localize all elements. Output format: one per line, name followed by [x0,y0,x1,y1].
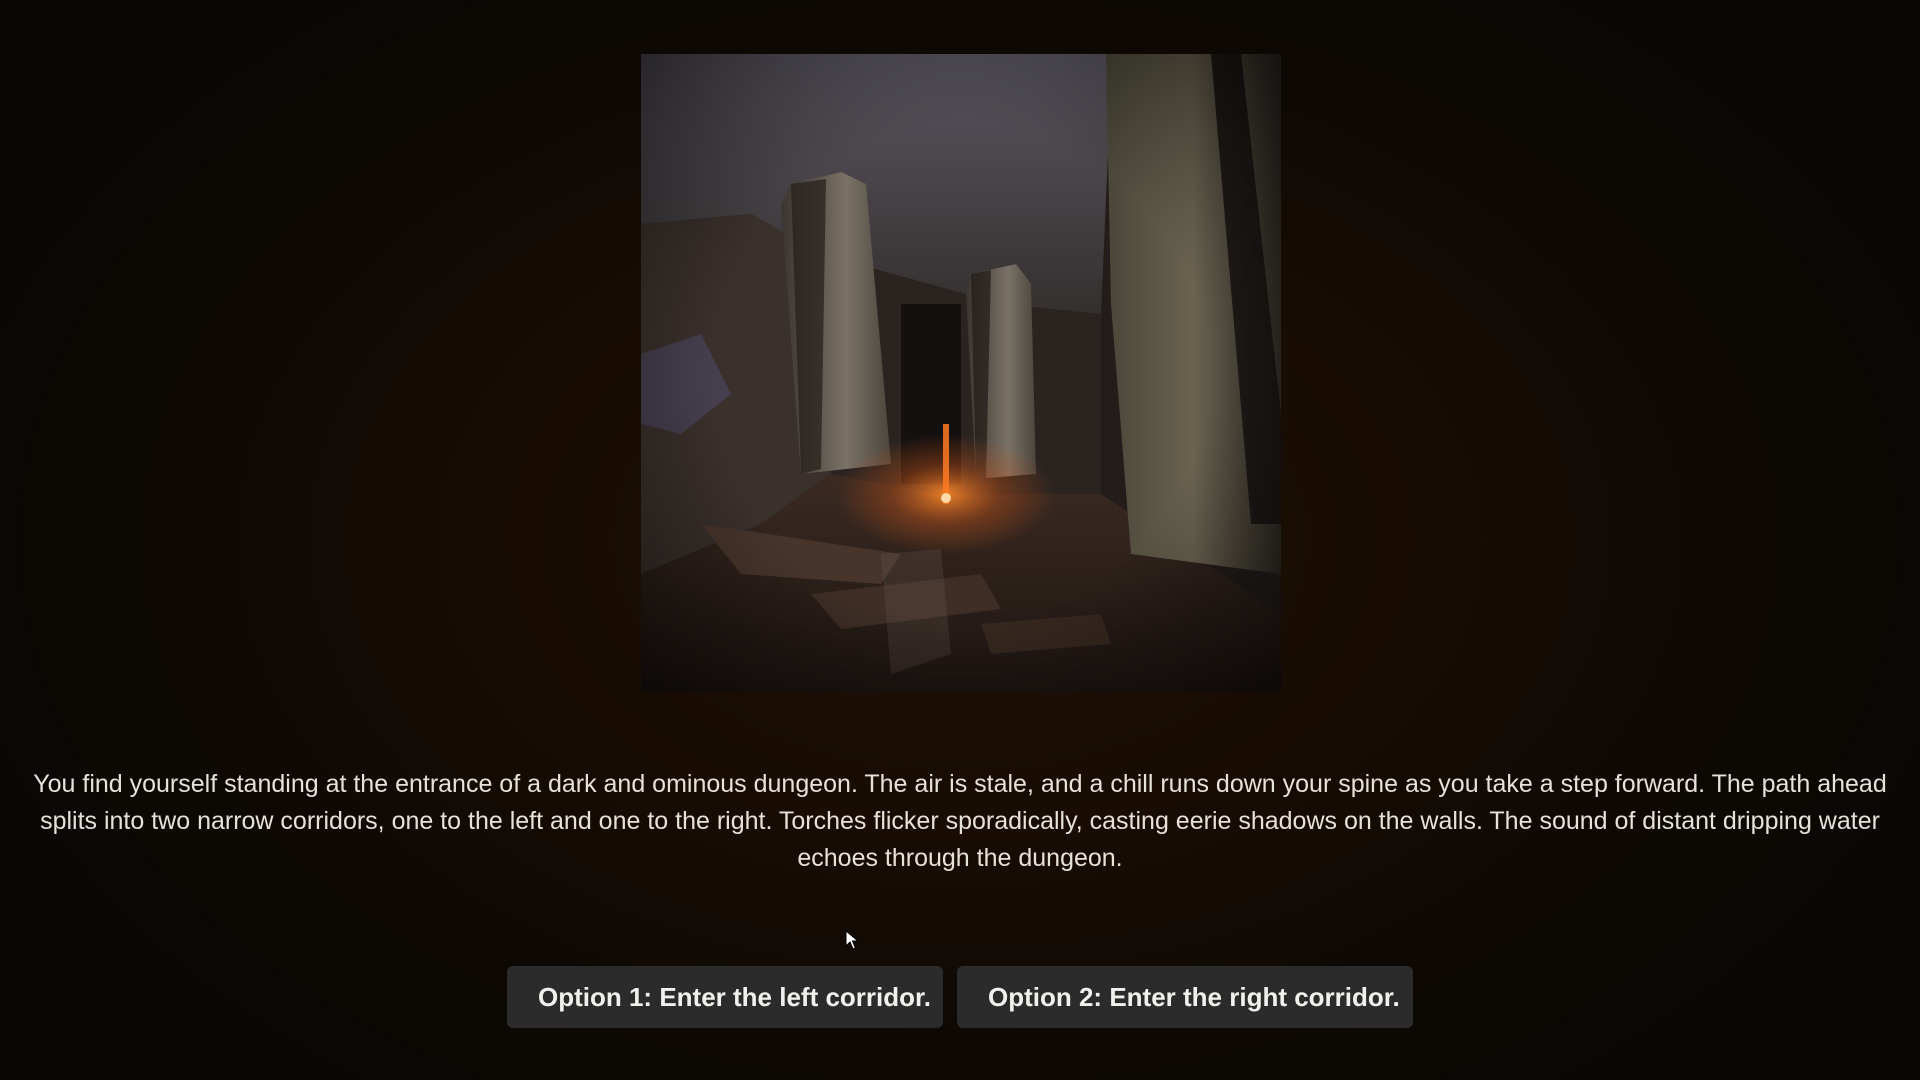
dungeon-illustration [641,54,1281,692]
option-1-button[interactable]: Option 1: Enter the left corridor. [507,966,943,1028]
choice-buttons: Option 1: Enter the left corridor. Optio… [0,966,1920,1028]
scene-narrative: You find yourself standing at the entran… [33,770,1887,872]
arrow-cursor-icon [845,930,859,950]
dungeon-scene-image [641,54,1281,692]
option-2-button[interactable]: Option 2: Enter the right corridor. [957,966,1413,1028]
